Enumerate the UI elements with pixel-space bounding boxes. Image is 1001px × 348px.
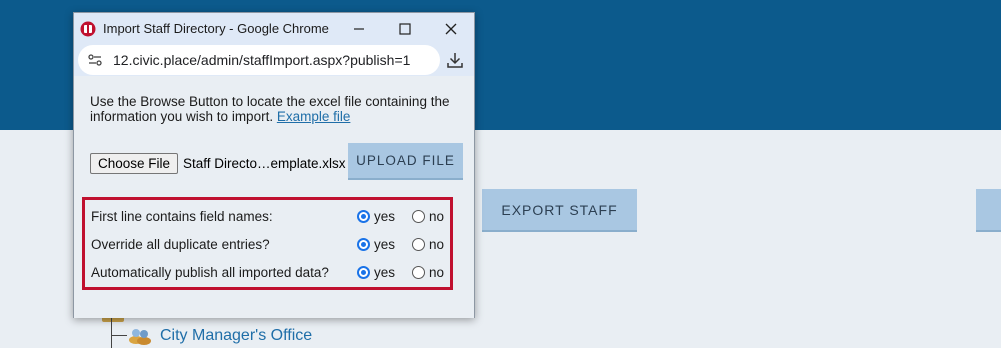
radio-no[interactable]: [412, 209, 425, 223]
radio-no-label[interactable]: no: [429, 237, 444, 252]
upload-file-button[interactable]: UPLOAD FILE: [348, 143, 463, 180]
title-bar[interactable]: Import Staff Directory - Google Chrome: [74, 13, 474, 44]
window-title: Import Staff Directory - Google Chrome: [103, 21, 329, 36]
radio-yes[interactable]: [357, 237, 370, 251]
site-info-icon[interactable]: [87, 52, 103, 68]
example-file-link[interactable]: Example file: [277, 109, 351, 124]
option-row-field-names: First line contains field names: yes no: [85, 202, 450, 230]
maximize-icon: [399, 22, 411, 35]
tree-item-city-manager[interactable]: City Manager's Office: [128, 326, 312, 346]
close-icon: [445, 23, 457, 34]
option-row-override-duplicates: Override all duplicate entries? yes no: [85, 230, 450, 258]
tree-connector: [111, 318, 112, 348]
radio-no-label[interactable]: no: [429, 209, 444, 224]
partial-button[interactable]: [976, 189, 1001, 232]
choose-file-button[interactable]: Choose File: [90, 153, 179, 174]
minimize-button[interactable]: [336, 13, 382, 44]
instructions-text: Use the Browse Button to locate the exce…: [90, 94, 470, 124]
export-staff-button[interactable]: EXPORT STAFF: [482, 189, 637, 232]
tree-item-label[interactable]: City Manager's Office: [160, 327, 312, 345]
radio-yes-label[interactable]: yes: [374, 209, 395, 224]
import-options-box: First line contains field names: yes no …: [82, 197, 453, 290]
radio-no-label[interactable]: no: [429, 265, 444, 280]
download-icon[interactable]: [446, 51, 464, 69]
option-label: First line contains field names:: [91, 208, 273, 224]
option-row-auto-publish: Automatically publish all imported data?…: [85, 258, 450, 286]
option-label: Override all duplicate entries?: [91, 236, 270, 252]
app-icon: [80, 21, 96, 36]
group-icon: [129, 329, 151, 345]
instructions-body: Use the Browse Button to locate the exce…: [90, 94, 450, 124]
import-popup-window: Import Staff Directory - Google Chrome 1…: [73, 12, 475, 318]
url-text: 12.civic.place/admin/staffImport.aspx?pu…: [113, 52, 411, 68]
selected-file-name: Staff Directo…emplate.xlsx: [183, 156, 346, 171]
radio-no[interactable]: [412, 237, 425, 251]
import-form: Use the Browse Button to locate the exce…: [74, 76, 474, 318]
close-button[interactable]: [428, 13, 474, 44]
address-bar: 12.civic.place/admin/staffImport.aspx?pu…: [74, 44, 474, 76]
minimize-icon: [354, 27, 364, 30]
maximize-button[interactable]: [382, 13, 428, 44]
radio-no[interactable]: [412, 265, 425, 279]
radio-yes-label[interactable]: yes: [374, 237, 395, 252]
option-label: Automatically publish all imported data?: [91, 264, 329, 280]
radio-yes[interactable]: [357, 265, 370, 279]
tree-connector: [111, 335, 127, 336]
url-field[interactable]: 12.civic.place/admin/staffImport.aspx?pu…: [78, 45, 440, 75]
radio-yes[interactable]: [357, 209, 370, 223]
radio-yes-label[interactable]: yes: [374, 265, 395, 280]
